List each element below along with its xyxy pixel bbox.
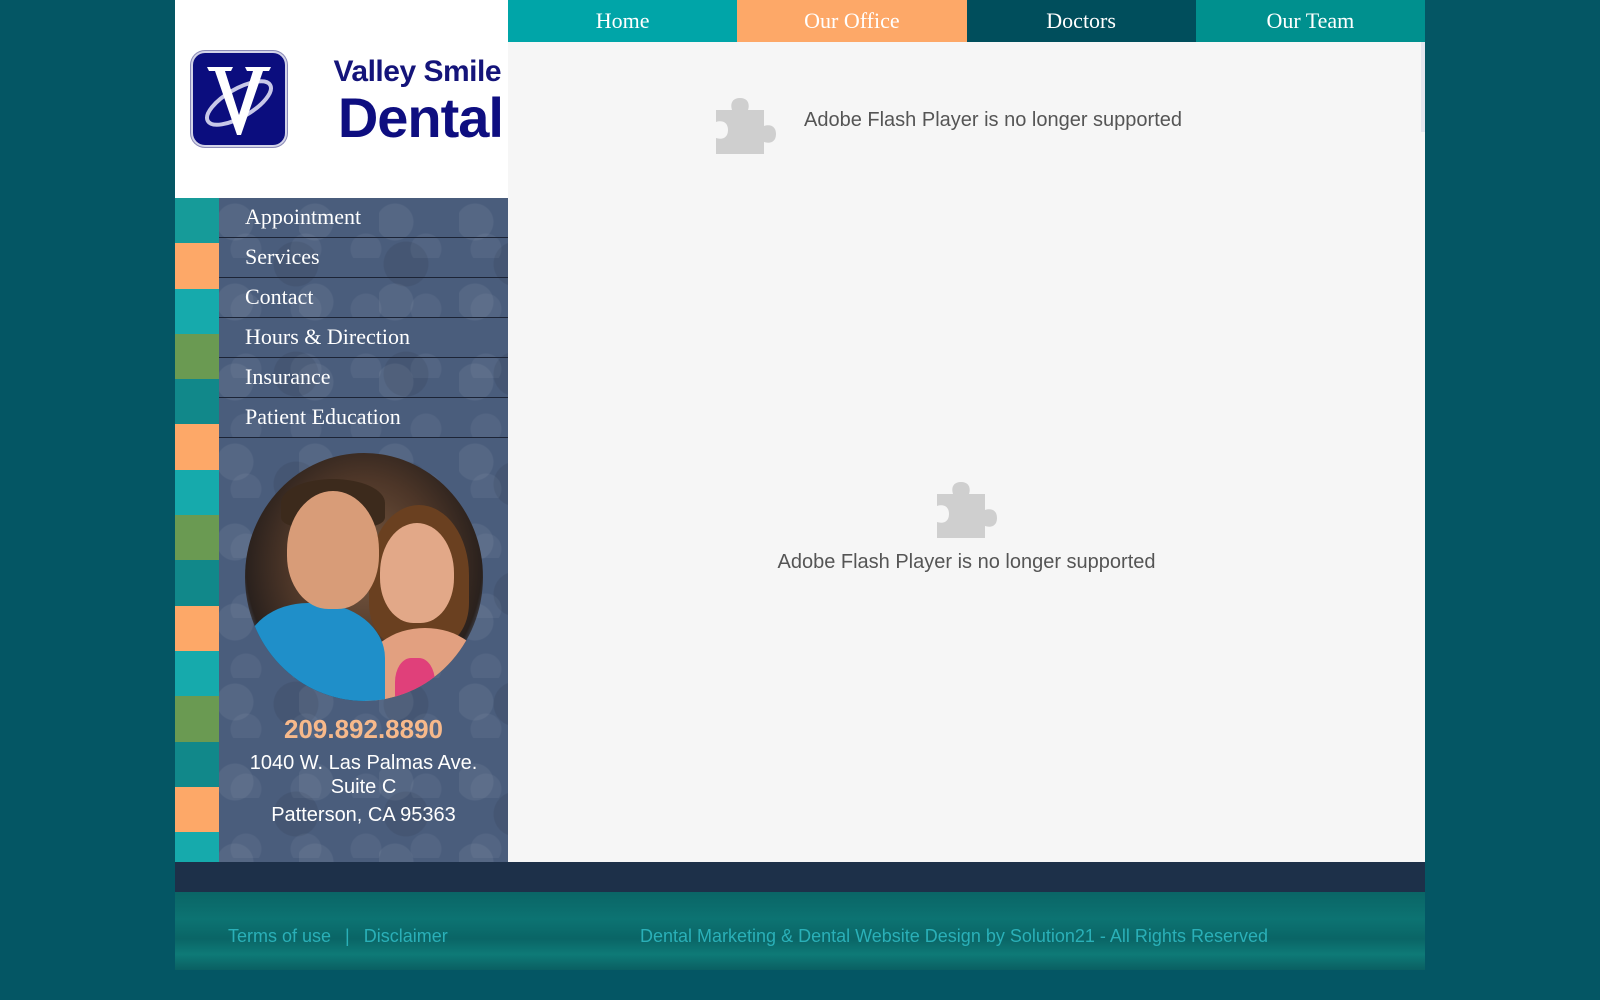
stripe-block [175, 696, 219, 742]
phone-number: 209.892.8890 [283, 714, 444, 744]
flash-message-1: Adobe Flash Player is no longer supporte… [804, 108, 1183, 131]
stripe-block [175, 786, 219, 833]
sidebar-item-hours-direction[interactable]: Hours & Direction [219, 318, 508, 358]
stripe-block [175, 333, 219, 380]
address-line-1: 1040 W. Las Palmas Ave. [249, 752, 478, 774]
stripe-block [175, 424, 219, 470]
logo-text-valley-smile: Valley Smile [333, 55, 502, 88]
address-line-3: Patterson, CA 95363 [271, 804, 456, 826]
page: Valley Smile Dental Home Our Office Doct… [175, 0, 1425, 1000]
stripe-block [175, 515, 219, 561]
flash-message-2: Adobe Flash Player is no longer supporte… [777, 551, 1156, 573]
main-content: Adobe Flash Player is no longer supporte… [508, 42, 1425, 862]
footer: Terms of use | Disclaimer Dental Marketing… [175, 892, 1425, 970]
sidebar-item-insurance[interactable]: Insurance [219, 358, 508, 398]
scrollbar[interactable] [1421, 42, 1425, 132]
tab-our-office[interactable]: Our Office [737, 0, 967, 42]
stripe-block [175, 379, 219, 425]
terms-link[interactable]: Terms of use [228, 926, 331, 946]
logo-text-dental: Dental [337, 86, 504, 149]
tab-our-team[interactable]: Our Team [1195, 0, 1425, 42]
address-line-2: Suite C [330, 776, 397, 798]
footer-divider [175, 862, 1425, 892]
stripe-block [175, 560, 219, 606]
footer-credit-link[interactable]: Dental Marketing & Dental Website Design… [640, 926, 1268, 947]
stripe-block [175, 469, 219, 516]
tab-doctors[interactable]: Doctors [966, 0, 1196, 42]
logo[interactable]: Valley Smile Dental [175, 0, 508, 198]
footer-separator: | [345, 926, 350, 946]
flash-placeholder-1[interactable]: Adobe Flash Player is no longer supporte… [712, 86, 1182, 154]
tab-home[interactable]: Home [508, 0, 738, 42]
stripe-block [175, 288, 219, 334]
disclaimer-link[interactable]: Disclaimer [364, 926, 448, 946]
couple-photo [245, 453, 483, 701]
stripe-block [175, 243, 219, 289]
sidebar-item-patient-education[interactable]: Patient Education [219, 398, 508, 438]
sidebar-item-contact[interactable]: Contact [219, 278, 508, 318]
stripe-block [175, 605, 219, 651]
flash-placeholder-2[interactable]: Adobe Flash Player is no longer supporte… [508, 470, 1425, 574]
logo-mark-icon [193, 53, 285, 145]
decorative-stripes [175, 198, 219, 878]
sidebar: Appointment Services Contact Hours & Dir… [219, 198, 508, 862]
puzzle-plugin-icon [936, 482, 997, 538]
footer-links: Terms of use | Disclaimer [228, 926, 448, 947]
sidebar-item-services[interactable]: Services [219, 238, 508, 278]
stripe-block [175, 650, 219, 697]
puzzle-plugin-icon [716, 98, 776, 154]
sidebar-item-appointment[interactable]: Appointment [219, 198, 508, 238]
stripe-block [175, 741, 219, 787]
contact-info: 209.892.8890 1040 W. Las Palmas Ave. Sui… [219, 714, 508, 827]
top-navigation: Home Our Office Doctors Our Team [508, 0, 1425, 42]
stripe-block [175, 198, 219, 244]
